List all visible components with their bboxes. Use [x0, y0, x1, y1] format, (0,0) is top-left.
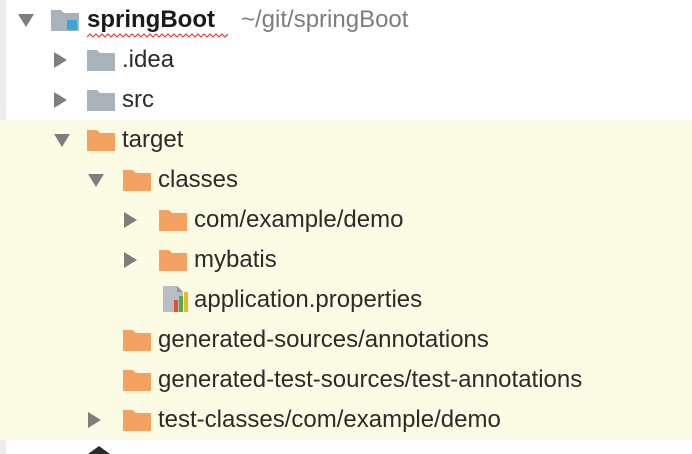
tree-item-label: mybatis	[194, 246, 277, 273]
tree-row-generated-sources[interactable]: generated-sources/annotations	[0, 320, 692, 360]
excluded-folder-icon	[123, 170, 151, 191]
tree-row-idea[interactable]: .idea	[0, 40, 692, 80]
excluded-folder-icon	[123, 330, 151, 351]
tree-row-application-properties[interactable]: application.properties	[0, 280, 692, 320]
excluded-folder-icon	[123, 410, 151, 431]
tree-item-label: application.properties	[194, 286, 423, 313]
chevron-right-icon[interactable]	[88, 412, 101, 428]
project-path: ~/git/springBoot	[241, 6, 409, 33]
tree-row-mybatis[interactable]: mybatis	[0, 240, 692, 280]
project-name: springBoot	[87, 6, 215, 33]
tree-row-classes[interactable]: classes	[0, 160, 692, 200]
chevron-down-icon[interactable]	[18, 14, 34, 27]
tree-item-label: generated-test-sources/test-annotations	[158, 366, 583, 393]
excluded-folder-icon	[123, 370, 151, 391]
chevron-down-icon[interactable]	[88, 174, 104, 187]
tree-row-generated-test-sources[interactable]: generated-test-sources/test-annotations	[0, 360, 692, 400]
folder-icon	[87, 90, 115, 111]
chevron-right-icon[interactable]	[54, 92, 67, 108]
project-tree: springBoot ~/git/springBoot .idea src ta…	[0, 0, 692, 454]
excluded-folder-icon	[159, 210, 187, 231]
spelling-squiggle	[87, 33, 228, 38]
tree-row-src[interactable]: src	[0, 80, 692, 120]
tree-item-label: generated-sources/annotations	[158, 326, 489, 353]
tree-item-label: test-classes/com/example/demo	[158, 406, 501, 433]
chevron-right-icon[interactable]	[124, 252, 137, 268]
tree-item-label: src	[122, 86, 154, 113]
excluded-folder-icon	[87, 130, 115, 151]
maven-file-icon	[88, 446, 110, 454]
folder-icon	[87, 50, 115, 71]
excluded-folder-icon	[159, 250, 187, 271]
tree-row-test-classes[interactable]: test-classes/com/example/demo	[0, 400, 692, 440]
tree-item-label: com/example/demo	[194, 206, 404, 233]
properties-file-icon	[163, 286, 188, 312]
tree-row-partial[interactable]	[0, 440, 692, 454]
tree-row-com-example-demo[interactable]: com/example/demo	[0, 200, 692, 240]
tree-row-project-root[interactable]: springBoot ~/git/springBoot	[0, 0, 692, 40]
tree-item-label: .idea	[122, 46, 175, 73]
module-folder-icon	[51, 10, 79, 31]
chevron-right-icon[interactable]	[54, 52, 67, 68]
chevron-down-icon[interactable]	[54, 134, 70, 147]
chevron-right-icon[interactable]	[124, 212, 137, 228]
tree-item-label: target	[122, 126, 184, 153]
tree-item-label: classes	[158, 166, 239, 193]
tree-row-target[interactable]: target	[0, 120, 692, 160]
